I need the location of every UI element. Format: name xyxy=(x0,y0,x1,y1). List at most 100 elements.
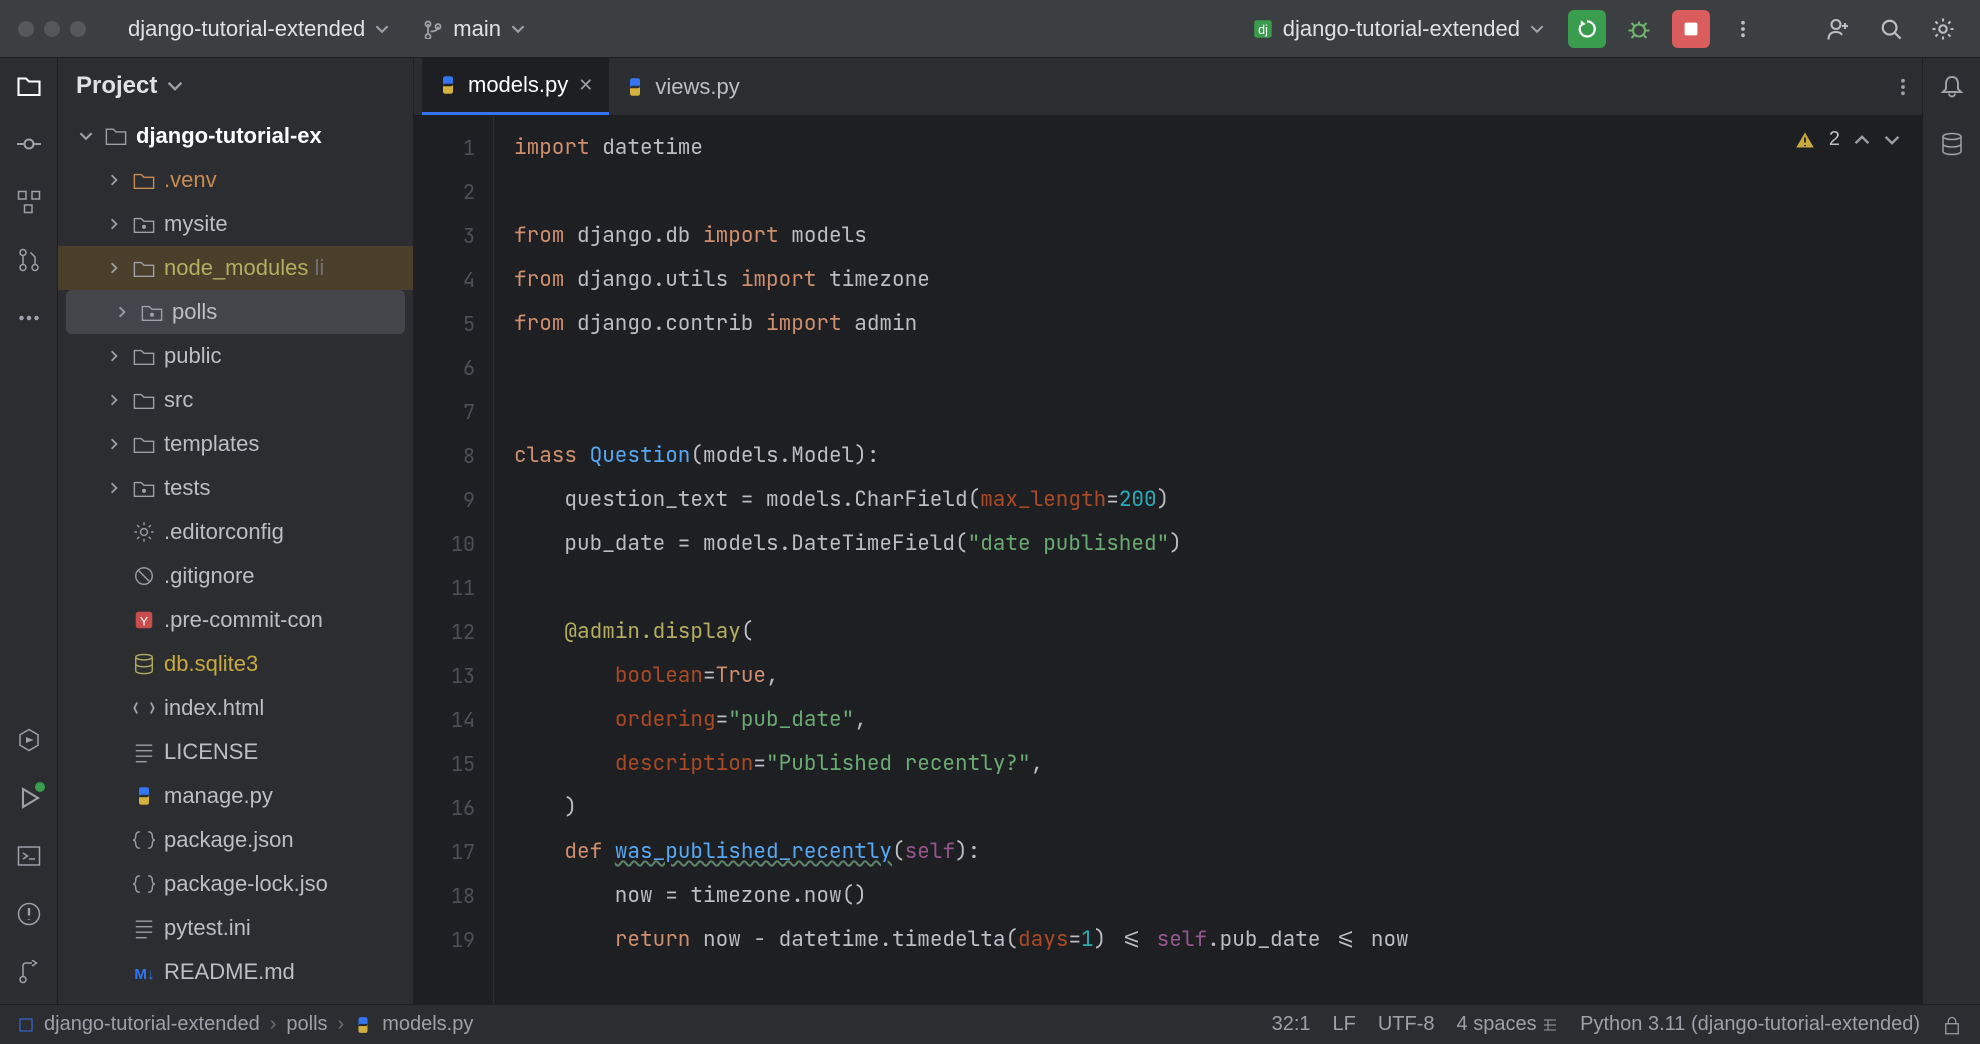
inspection-widget[interactable]: 2 xyxy=(1795,128,1900,151)
lock-icon[interactable] xyxy=(1942,1015,1962,1035)
breadcrumb-item[interactable]: django-tutorial-extended xyxy=(44,1013,260,1036)
window-controls xyxy=(18,21,86,37)
tree-root[interactable]: django-tutorial-ex xyxy=(58,114,413,158)
tree-item[interactable]: tests xyxy=(58,466,413,510)
notifications-button[interactable] xyxy=(1938,72,1966,100)
stop-button[interactable] xyxy=(1672,10,1710,48)
file-icon xyxy=(132,565,156,587)
indent-setting[interactable]: 4 spaces xyxy=(1457,1013,1559,1036)
tree-item-label: .editorconfig xyxy=(164,519,284,545)
run-config-selector[interactable]: dj django-tutorial-extended xyxy=(1243,10,1554,48)
file-icon xyxy=(132,917,156,939)
tree-item[interactable]: db.sqlite3 xyxy=(58,642,413,686)
code-with-me-button[interactable] xyxy=(1820,10,1858,48)
breadcrumb[interactable]: django-tutorial-extended › polls › model… xyxy=(18,1013,473,1036)
breadcrumb-item[interactable]: polls xyxy=(286,1013,327,1036)
file-icon xyxy=(132,697,156,719)
tree-item-label: .venv xyxy=(164,167,217,193)
tree-item[interactable]: .editorconfig xyxy=(58,510,413,554)
editor-tab[interactable]: views.py xyxy=(609,58,755,115)
tab-actions-button[interactable] xyxy=(1884,68,1922,106)
file-icon xyxy=(132,786,156,806)
tree-item[interactable]: package-lock.jso xyxy=(58,862,413,906)
vcs-tool-button[interactable] xyxy=(15,958,43,986)
debug-button[interactable] xyxy=(1620,10,1658,48)
cursor-position[interactable]: 32:1 xyxy=(1272,1013,1311,1036)
line-separator[interactable]: LF xyxy=(1333,1013,1356,1036)
git-icon xyxy=(17,960,41,984)
more-actions-button[interactable] xyxy=(1724,10,1762,48)
tree-item[interactable]: M↓README.md xyxy=(58,950,413,994)
project-panel-header[interactable]: Project xyxy=(58,58,413,114)
tree-item[interactable]: LICENSE xyxy=(58,730,413,774)
problems-tool-button[interactable] xyxy=(15,900,43,928)
tree-item[interactable]: index.html xyxy=(58,686,413,730)
close-icon[interactable]: ✕ xyxy=(578,75,593,96)
editor-code[interactable]: import datetime from django.db import mo… xyxy=(494,116,1922,1004)
project-tool-button[interactable] xyxy=(15,72,43,100)
kebab-icon xyxy=(1893,77,1913,97)
bug-icon xyxy=(1627,17,1651,41)
ellipsis-icon xyxy=(17,306,41,330)
svg-text:dj: dj xyxy=(1258,23,1268,37)
minimize-window-icon[interactable] xyxy=(44,21,60,37)
terminal-tool-button[interactable] xyxy=(15,842,43,870)
tree-item-label: polls xyxy=(172,299,217,325)
python-icon xyxy=(354,1016,372,1034)
tree-item-label: pytest.ini xyxy=(164,915,251,941)
services-tool-button[interactable] xyxy=(15,726,43,754)
left-tool-rail xyxy=(0,58,58,1004)
more-tools-button[interactable] xyxy=(15,304,43,332)
terminal-icon xyxy=(17,844,41,868)
file-icon xyxy=(132,389,156,411)
editor-tabs: models.py✕views.py xyxy=(414,58,1922,116)
project-tree[interactable]: django-tutorial-ex .venv mysite node_modul… xyxy=(58,114,413,1004)
tree-item-label: node_modules li xyxy=(164,255,324,281)
editor-tab[interactable]: models.py✕ xyxy=(422,58,609,115)
pull-requests-tool-button[interactable] xyxy=(15,246,43,274)
structure-tool-button[interactable] xyxy=(15,188,43,216)
breadcrumb-item[interactable]: models.py xyxy=(382,1013,473,1036)
tree-item[interactable]: .gitignore xyxy=(58,554,413,598)
tree-item-label: tests xyxy=(164,475,210,501)
tree-item[interactable]: mysite xyxy=(58,202,413,246)
settings-button[interactable] xyxy=(1924,10,1962,48)
svg-text:M↓: M↓ xyxy=(134,966,154,983)
editor-gutter[interactable]: 12345678910111213141516171819 xyxy=(414,116,494,1004)
python-interpreter[interactable]: Python 3.11 (django-tutorial-extended) xyxy=(1580,1013,1920,1036)
tree-item-label: src xyxy=(164,387,193,413)
tree-item-label: manage.py xyxy=(164,783,273,809)
chevron-down-icon[interactable] xyxy=(1884,132,1900,148)
run-tool-button[interactable] xyxy=(15,784,43,812)
file-icon xyxy=(132,653,156,675)
tree-item[interactable]: manage.py xyxy=(58,774,413,818)
chevron-up-icon[interactable] xyxy=(1854,132,1870,148)
project-panel-title: Project xyxy=(76,72,157,100)
editor-body[interactable]: 12345678910111213141516171819 import dat… xyxy=(414,116,1922,1004)
run-config-label: django-tutorial-extended xyxy=(1283,16,1520,42)
tree-item[interactable]: templates xyxy=(58,422,413,466)
tree-item[interactable]: .venv xyxy=(58,158,413,202)
maximize-window-icon[interactable] xyxy=(70,21,86,37)
file-icon xyxy=(132,169,156,191)
project-selector[interactable]: django-tutorial-extended xyxy=(118,10,399,48)
database-tool-button[interactable] xyxy=(1938,130,1966,158)
git-branch-selector[interactable]: main xyxy=(413,10,535,48)
file-icon xyxy=(132,829,156,851)
django-icon: dj xyxy=(1253,19,1273,39)
tree-item[interactable]: package.json xyxy=(58,818,413,862)
tree-item[interactable]: node_modules li xyxy=(58,246,413,290)
tree-item-label: .gitignore xyxy=(164,563,255,589)
commit-tool-button[interactable] xyxy=(15,130,43,158)
run-button[interactable] xyxy=(1568,10,1606,48)
tree-item[interactable]: polls xyxy=(66,290,405,334)
search-everywhere-button[interactable] xyxy=(1872,10,1910,48)
file-icon: Y xyxy=(132,609,156,631)
file-encoding[interactable]: UTF-8 xyxy=(1378,1013,1435,1036)
close-window-icon[interactable] xyxy=(18,21,34,37)
tree-item[interactable]: public xyxy=(58,334,413,378)
tree-item[interactable]: pytest.ini xyxy=(58,906,413,950)
tree-item[interactable]: Y.pre-commit-con xyxy=(58,598,413,642)
chevron-down-icon xyxy=(1530,22,1544,36)
tree-item[interactable]: src xyxy=(58,378,413,422)
